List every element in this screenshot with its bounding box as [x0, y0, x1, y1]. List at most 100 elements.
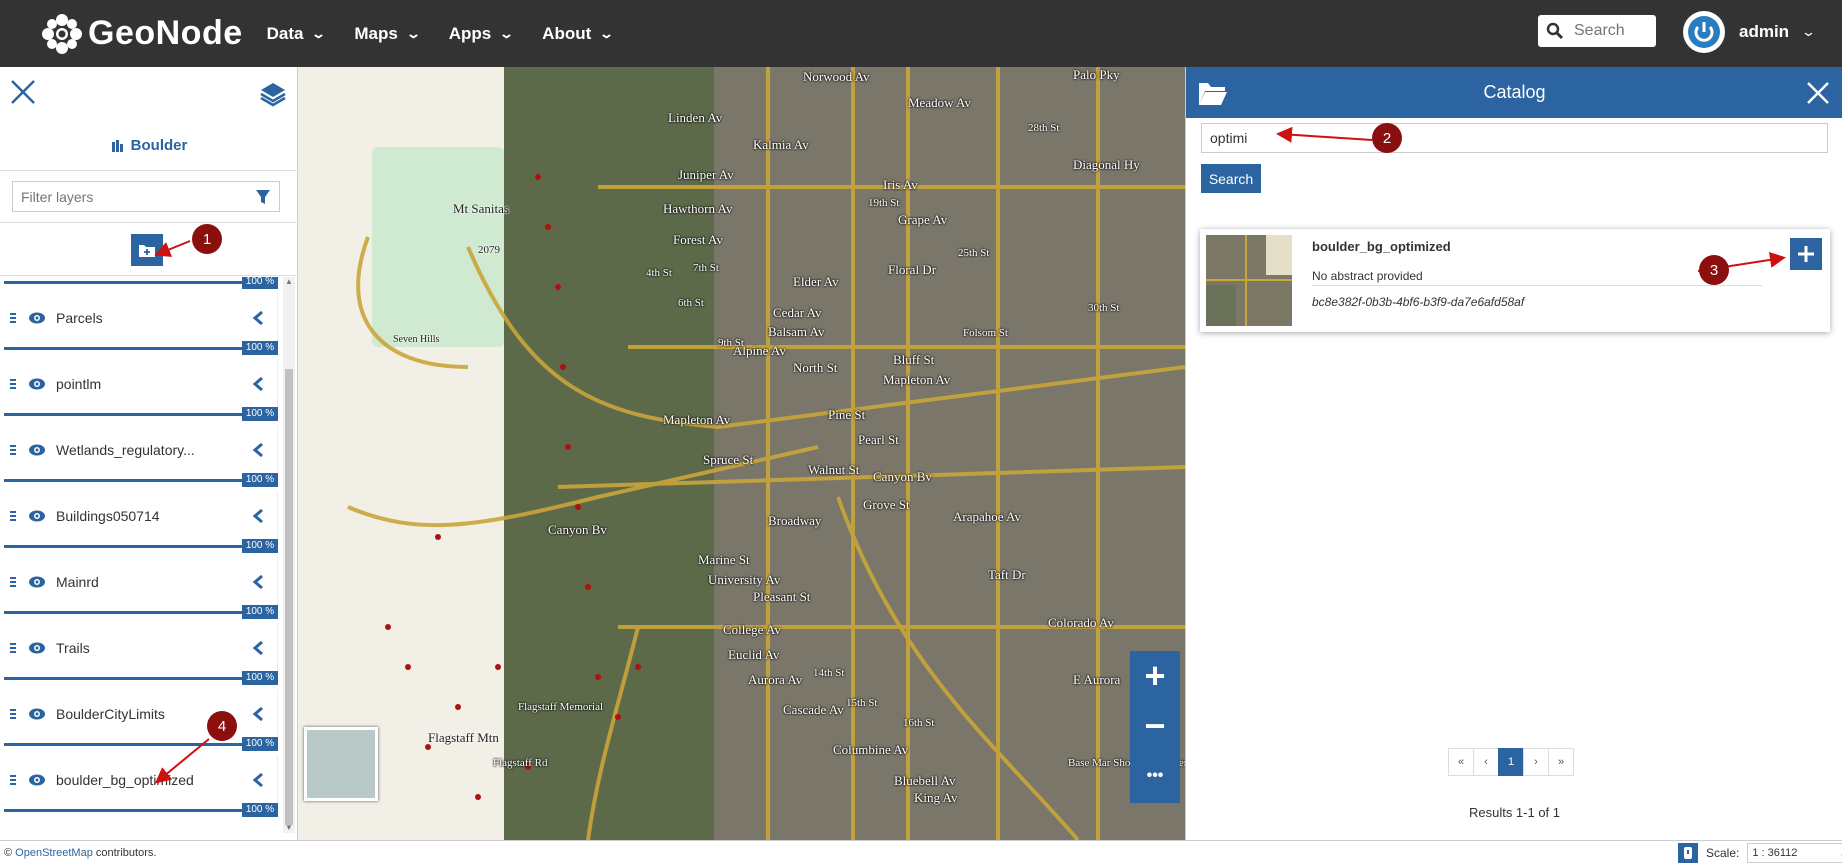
opacity-slider[interactable] [4, 545, 242, 548]
drag-handle-icon[interactable] [8, 641, 22, 655]
opacity-value: 100 % [242, 671, 278, 685]
scale-toggle-button[interactable] [1678, 843, 1698, 863]
nav-about[interactable]: About ⌄ [542, 24, 614, 44]
map-label: Pleasant St [753, 589, 811, 604]
map-label: Flagstaff Mtn [428, 730, 499, 745]
map-label: Seven Hills [393, 334, 440, 345]
layer-row[interactable]: BoulderCityLimits 100 % [4, 689, 278, 755]
layer-row[interactable]: Buildings050714 100 % [4, 491, 278, 557]
layer-row[interactable]: Wetlands_regulatory... 100 % [4, 425, 278, 491]
catalog-header: Catalog [1186, 67, 1842, 118]
layer-row[interactable]: pointlm 100 % [4, 359, 278, 425]
chevron-left-icon[interactable] [251, 574, 265, 590]
map-label: Kalmia Av [753, 137, 809, 152]
drag-handle-icon[interactable] [8, 707, 22, 721]
nav-search-box[interactable] [1538, 15, 1656, 47]
chevron-left-icon[interactable] [251, 310, 265, 326]
close-icon[interactable] [10, 79, 36, 105]
nav-apps[interactable]: Apps ⌄ [449, 24, 515, 44]
eye-icon[interactable] [28, 311, 46, 325]
eye-icon[interactable] [28, 773, 46, 787]
add-layer-button[interactable] [131, 234, 163, 266]
scroll-down-icon[interactable]: ▼ [283, 823, 295, 833]
layer-name: Mainrd [56, 574, 99, 590]
scroll-up-icon[interactable]: ▲ [283, 277, 295, 287]
scrollbar-thumb[interactable] [285, 369, 293, 825]
record-title: boulder_bg_optimized [1312, 239, 1451, 254]
opacity-slider[interactable] [4, 611, 242, 614]
close-icon[interactable] [1806, 81, 1830, 105]
opacity-slider[interactable] [4, 743, 242, 746]
opacity-slider[interactable] [4, 677, 242, 680]
chevron-down-icon: ⌄ [1800, 24, 1817, 39]
nav-maps[interactable]: Maps ⌄ [354, 24, 421, 44]
opacity-slider[interactable] [4, 809, 242, 812]
last-page-button[interactable]: » [1548, 748, 1574, 776]
layer-row[interactable]: boulder_bg_optimized 100 % [4, 755, 278, 821]
eye-icon[interactable] [28, 641, 46, 655]
add-to-map-button[interactable] [1790, 238, 1822, 270]
nav-data[interactable]: Data ⌄ [267, 24, 327, 44]
overview-minimap[interactable] [304, 727, 378, 801]
opacity-slider[interactable] [4, 413, 242, 416]
zoom-out-button[interactable]: − [1130, 701, 1180, 751]
zoom-in-button[interactable]: + [1130, 651, 1180, 701]
eye-icon[interactable] [28, 575, 46, 589]
chevron-left-icon[interactable] [251, 772, 265, 788]
plus-icon [1798, 246, 1814, 262]
user-menu[interactable]: admin ⌄ [1683, 11, 1817, 53]
map-label: Walnut St [808, 462, 860, 477]
map-label: Canyon Bv [548, 522, 607, 537]
avatar[interactable] [1683, 11, 1725, 53]
map-label: Grove St [863, 497, 910, 512]
nav-search-input[interactable] [1574, 22, 1654, 40]
more-options-button[interactable]: ••• [1130, 751, 1180, 801]
drag-handle-icon[interactable] [8, 443, 22, 457]
annotation-marker-2: 2 [1372, 123, 1402, 153]
map-label: Diagonal Hy [1073, 157, 1140, 172]
opacity-slider[interactable] [4, 347, 242, 350]
prev-page-button[interactable]: ‹ [1473, 748, 1499, 776]
eye-icon[interactable] [28, 443, 46, 457]
layer-row[interactable]: Parcels 100 % [4, 293, 278, 359]
eye-icon[interactable] [28, 509, 46, 523]
filter-layers-input[interactable] [13, 188, 255, 205]
drag-handle-icon[interactable] [8, 773, 22, 787]
layer-row[interactable]: Trails 100 % [4, 623, 278, 689]
chevron-left-icon[interactable] [251, 706, 265, 722]
folder-plus-icon [139, 245, 155, 257]
drag-handle-icon[interactable] [8, 377, 22, 391]
scale-select[interactable]: 1 : 36112⌄ [1747, 843, 1842, 863]
layer-row[interactable]: Mainrd 100 % [4, 557, 278, 623]
drag-handle-icon[interactable] [8, 509, 22, 523]
drag-handle-icon[interactable] [8, 311, 22, 325]
map-label: 16th St [903, 717, 935, 729]
chevron-left-icon[interactable] [251, 640, 265, 656]
attribution: © OpenStreetMap contributors. [4, 847, 156, 859]
chevron-left-icon[interactable] [251, 442, 265, 458]
map-viewport[interactable]: Norwood Av Meadow Av Palo Pky Linden Av … [298, 67, 1185, 840]
chevron-down-icon: ⌄ [311, 25, 327, 41]
eye-icon[interactable] [28, 377, 46, 391]
page-1-button[interactable]: 1 [1498, 748, 1524, 776]
catalog-search-button[interactable]: Search [1201, 164, 1261, 193]
chevron-left-icon[interactable] [251, 376, 265, 392]
opacity-slider[interactable] [4, 479, 242, 482]
chevron-down-icon: ⌄ [405, 25, 421, 41]
chevron-left-icon[interactable] [251, 508, 265, 524]
divider [0, 170, 298, 171]
map-label: 6th St [678, 297, 704, 309]
opacity-slider[interactable] [4, 281, 242, 284]
osm-link[interactable]: OpenStreetMap [15, 847, 93, 859]
next-page-button[interactable]: › [1523, 748, 1549, 776]
eye-icon[interactable] [28, 707, 46, 721]
filter-layers[interactable] [12, 181, 280, 212]
map-label: Broadway [768, 513, 822, 528]
layers-icon[interactable] [260, 81, 286, 107]
first-page-button[interactable]: « [1448, 748, 1474, 776]
catalog-search-input[interactable] [1201, 123, 1828, 153]
layer-list-scrollbar[interactable]: ▲ ▼ [283, 277, 295, 833]
drag-handle-icon[interactable] [8, 575, 22, 589]
opacity-value: 100 % [242, 341, 278, 355]
geonode-logo[interactable]: GeoNode [40, 12, 243, 56]
